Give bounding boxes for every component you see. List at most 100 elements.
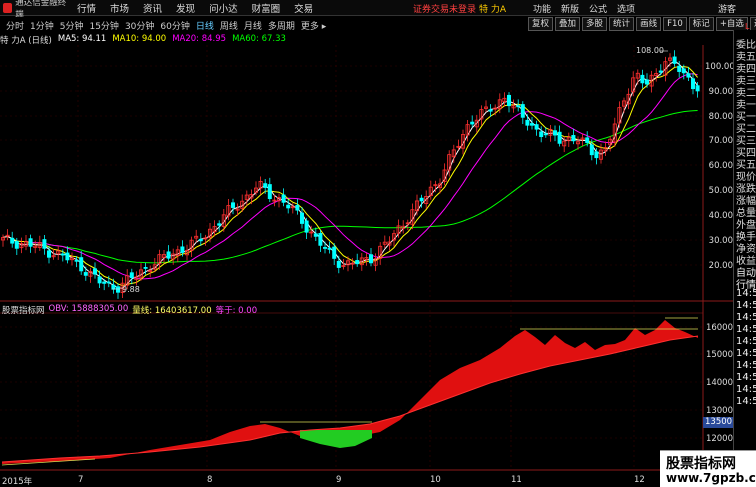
- quote-panel-label: 14:50: [736, 360, 756, 371]
- low-annotation: 9.88: [122, 285, 140, 294]
- guest-login[interactable]: 游客: [718, 2, 736, 15]
- candle-body: [106, 281, 111, 284]
- f10-button[interactable]: F10: [663, 17, 687, 31]
- candle-body: [97, 276, 102, 284]
- menu-gongshi[interactable]: 公式: [589, 2, 607, 15]
- stats-button[interactable]: 统计: [609, 17, 635, 31]
- login-alert[interactable]: 证券交易未登录特 力A: [413, 2, 506, 15]
- candle-body: [102, 281, 107, 284]
- time-tick: 7: [78, 475, 84, 485]
- candle-body: [65, 252, 70, 261]
- price-tick: 60.00: [708, 161, 733, 171]
- ma60-value: MA60: 67.33: [232, 34, 286, 44]
- quote-panel-label: 14:50: [736, 384, 756, 395]
- period-multi[interactable]: 多周期: [268, 19, 295, 32]
- candle-body: [557, 131, 562, 144]
- multi-stock-button[interactable]: 多股: [582, 17, 608, 31]
- candle-body: [520, 104, 525, 118]
- candle-body: [553, 130, 558, 136]
- quote-panel-label: 14:50: [736, 396, 756, 407]
- candle-body: [470, 121, 475, 125]
- menu-faxian[interactable]: 发现: [176, 1, 195, 15]
- candle-body: [74, 259, 79, 262]
- candle-body: [543, 133, 548, 136]
- candle-body: [166, 251, 171, 259]
- candle-body: [322, 247, 327, 249]
- candle-body: [28, 238, 33, 247]
- candle-body: [672, 56, 677, 64]
- current-stock-name: 特 力A: [479, 5, 507, 15]
- period-fenshi[interactable]: 分时: [6, 19, 24, 32]
- candle-body: [14, 241, 19, 249]
- menu-wenxiaoda[interactable]: 问小达: [209, 1, 238, 15]
- period-30min[interactable]: 30分钟: [125, 19, 154, 32]
- menu-zixun[interactable]: 资讯: [143, 1, 162, 15]
- chart-toolbar: 复权 叠加 多股 统计 画线 F10 标记 +自选 返回: [528, 17, 756, 31]
- candle-body: [263, 183, 268, 188]
- equal-value: 等于: 0.00: [215, 306, 258, 316]
- back-button[interactable]: 返回: [749, 17, 756, 31]
- candle-body: [571, 135, 576, 142]
- period-daily[interactable]: 日线: [196, 19, 214, 32]
- menu-shichang[interactable]: 市场: [110, 1, 129, 15]
- menu-caifuquan[interactable]: 财富圈: [252, 1, 281, 15]
- price-tick: 90.00: [708, 87, 733, 97]
- menu-xuanxiang[interactable]: 选项: [617, 2, 635, 15]
- mark-button[interactable]: 标记: [688, 17, 714, 31]
- candle-body: [327, 247, 332, 250]
- price-tick: 40.00: [708, 211, 733, 221]
- menu-gongneng[interactable]: 功能: [533, 2, 551, 15]
- candle-body: [180, 246, 185, 253]
- period-more[interactable]: 更多 ▸: [301, 19, 326, 32]
- period-1min[interactable]: 1分钟: [30, 19, 54, 32]
- candle-body: [116, 286, 121, 293]
- candle-body: [47, 250, 52, 258]
- menu-xinban[interactable]: 新版: [561, 2, 579, 15]
- candle-body: [530, 123, 535, 126]
- candle-body: [506, 94, 511, 107]
- overlay-button[interactable]: 叠加: [555, 17, 581, 31]
- candle-body: [286, 204, 291, 209]
- add-favorite-button[interactable]: +自选: [715, 17, 748, 31]
- ma-legend: 特 力A (日线) MA5: 94.11 MA10: 94.00 MA20: 8…: [0, 34, 292, 46]
- indicator-tick: 13000: [705, 406, 733, 416]
- candle-body: [695, 85, 700, 92]
- indicator-tick: 15000: [705, 350, 733, 360]
- candle-body: [60, 253, 65, 256]
- menu-hangqing[interactable]: 行情: [77, 1, 96, 15]
- indicator-name[interactable]: 股票指标网: [2, 304, 45, 316]
- candle-body: [332, 246, 337, 259]
- time-tick: 11: [511, 475, 522, 485]
- candle-body: [83, 272, 88, 276]
- watermark-line1: 股票指标网: [666, 456, 736, 472]
- period-60min[interactable]: 60分钟: [160, 19, 189, 32]
- menu-jiaoyi[interactable]: 交易: [294, 1, 313, 15]
- candle-body: [645, 79, 650, 85]
- period-5min[interactable]: 5分钟: [60, 19, 84, 32]
- menu-bar: 通达信金融终端 行情 市场 资讯 发现 问小达 财富圈 交易 证券交易未登录特 …: [0, 0, 756, 20]
- candle-body: [79, 257, 84, 272]
- candle-body: [589, 144, 594, 156]
- candle-body: [267, 184, 272, 200]
- kline-chart[interactable]: 108.00 9.88: [0, 0, 756, 487]
- period-15min[interactable]: 15分钟: [89, 19, 118, 32]
- candle-body: [129, 272, 134, 279]
- quote-panel-label: 14:50: [736, 288, 756, 299]
- candle-body: [677, 65, 682, 72]
- right-menu: 功能 新版 公式 选项: [533, 2, 645, 15]
- candle-body: [640, 74, 645, 84]
- indicator-legend: 股票指标网 OBV: 15888305.00 量线: 16403617.00 等…: [2, 304, 261, 316]
- fuquan-button[interactable]: 复权: [528, 17, 554, 31]
- candle-body: [299, 212, 304, 224]
- price-tick: 50.00: [708, 186, 733, 196]
- period-monthly[interactable]: 月线: [244, 19, 262, 32]
- candle-body: [585, 137, 590, 143]
- price-tick: 70.00: [708, 136, 733, 146]
- candle-body: [230, 202, 235, 208]
- quote-panel-label: 14:50: [736, 372, 756, 383]
- watermark: 股票指标网 www.7gpzb.com: [660, 450, 756, 487]
- period-weekly[interactable]: 周线: [220, 19, 238, 32]
- ma10-value: MA10: 94.00: [112, 34, 167, 44]
- draw-line-button[interactable]: 画线: [636, 17, 662, 31]
- candle-body: [594, 151, 599, 159]
